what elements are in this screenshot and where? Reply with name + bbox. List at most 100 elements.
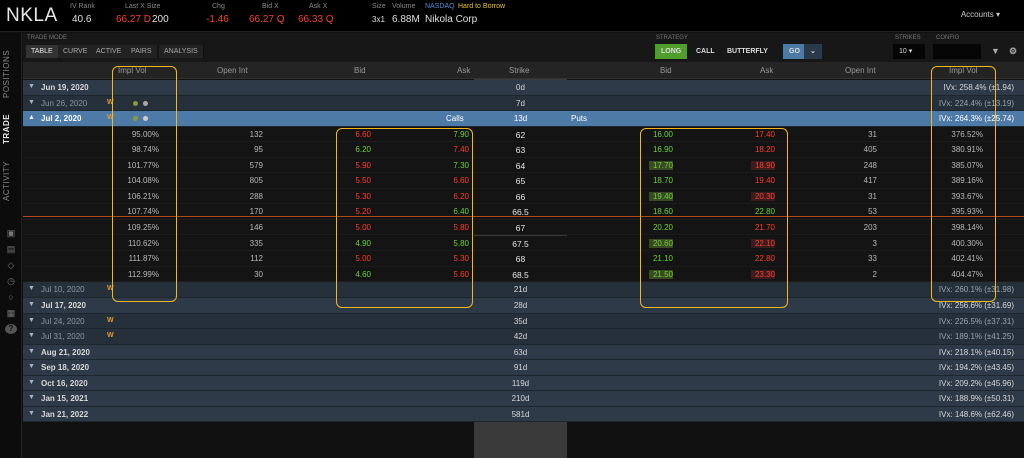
option-row[interactable]: 101.77% 579 5.90 7.30 64 17.70 18.90 248 385.07% <box>23 157 1024 174</box>
expiration-row[interactable]: ▼ Sep 18, 2020 91d IVx: 194.2% (±43.45) <box>23 360 1024 376</box>
strikes-select[interactable]: 10 ▾ <box>893 44 925 59</box>
grid-icon[interactable]: ▦ <box>5 308 17 318</box>
put-bid: 20.60 <box>649 238 673 248</box>
col-bid-calls[interactable]: Bid <box>354 66 366 75</box>
call-open-int: 288 <box>249 191 263 201</box>
help-icon[interactable]: ? <box>5 324 17 334</box>
put-bid: 19.40 <box>649 191 673 201</box>
chevron-down-icon[interactable]: ▼ <box>28 348 35 355</box>
iv-rank-label: IV Rank <box>70 3 95 10</box>
mode-active-button[interactable]: ACTIVE <box>91 45 128 58</box>
accounts-menu[interactable]: Accounts ▾ <box>961 10 1000 19</box>
expiration-row[interactable]: ▼ Jan 15, 2021 210d IVx: 188.9% (±50.31) <box>23 391 1024 407</box>
col-ask-calls[interactable]: Ask <box>457 66 470 75</box>
col-open-int-calls[interactable]: Open Int <box>217 66 248 75</box>
call-ask: 5.60 <box>453 269 469 279</box>
config-select[interactable] <box>933 44 981 59</box>
option-row[interactable]: 110.62% 335 4.90 5.80 67.5 20.60 22.10 3 400.30% <box>23 235 1024 251</box>
call-bid: 5.90 <box>355 160 371 170</box>
ivx-value: IVx: 189.1% (±41.25) <box>938 332 1014 342</box>
put-open-int: 405 <box>863 145 877 155</box>
expiration-row[interactable]: ▼ Oct 16, 2020 119d IVx: 209.2% (±45.96) <box>23 375 1024 392</box>
col-bid-puts[interactable]: Bid <box>660 66 672 75</box>
expiration-row[interactable]: ▼ Jul 31, 2020 W 42d IVx: 189.1% (±41.25) <box>23 329 1024 345</box>
option-row[interactable]: 111.87% 112 5.00 5.30 68 21.10 22.80 33 402.41% <box>23 251 1024 267</box>
clock-icon[interactable]: ◷ <box>5 276 17 286</box>
gear-icon[interactable]: ⚙ <box>1003 44 1023 59</box>
put-impl-vol: 402.41% <box>951 254 983 264</box>
strikes-label: STRIKES <box>895 35 921 41</box>
exchange: NASDAQ <box>425 3 455 10</box>
put-ask: 20.30 <box>751 191 775 201</box>
option-row[interactable]: 112.99% 30 4.60 5.60 68.5 21.50 23.30 2 404.47% <box>23 266 1024 283</box>
put-open-int: 2 <box>872 269 877 279</box>
mode-table-button[interactable]: TABLE <box>26 45 59 58</box>
tab-activity[interactable]: ACTIVITY <box>2 157 20 205</box>
strike-price: 66 <box>515 191 526 202</box>
put-ask: 18.90 <box>751 160 775 170</box>
option-row[interactable]: 106.21% 288 5.30 6.20 66 19.40 20.30 31 393.67% <box>23 188 1024 205</box>
expiration-row-selected[interactable]: ▲ Jul 2, 2020 W Calls 13d Puts IVx: 264.3% (±2… <box>23 111 1024 127</box>
tab-positions[interactable]: POSITIONS <box>2 45 20 103</box>
expiration-date: Jun 26, 2020 <box>41 98 88 108</box>
expiration-row[interactable]: ▼ Aug 21, 2020 63d IVx: 218.1% (±40.15) <box>23 344 1024 361</box>
chart-icon[interactable]: ▤ <box>5 244 17 254</box>
call-bid: 6.20 <box>355 145 371 155</box>
col-impl-vol-puts[interactable]: Impl Vol <box>949 66 977 75</box>
mode-pairs-button[interactable]: PAIRS <box>126 45 158 58</box>
option-row[interactable]: 109.25% 146 5.00 5.80 67 20.20 21.70 203 398.14% <box>23 219 1024 236</box>
chevron-down-icon[interactable]: ▼ <box>28 301 35 308</box>
chevron-down-icon[interactable]: ▼ <box>28 394 35 401</box>
expiration-row[interactable]: ▼ Jun 19, 2020 0d IVx: 258.4% (±1.94) <box>23 80 1024 96</box>
call-impl-vol: 111.87% <box>128 254 159 264</box>
bell-icon[interactable]: ◇ <box>5 260 17 270</box>
option-row[interactable]: 98.74% 95 6.20 7.40 63 16.90 18.20 405 380.91% <box>23 142 1024 158</box>
option-row[interactable]: 107.74% 170 5.20 6.40 66.5 18.60 22.80 53 395.93… <box>23 204 1024 220</box>
ivx-value: IVx: 218.1% (±40.15) <box>938 347 1014 357</box>
chevron-down-icon[interactable]: ▼ <box>28 379 35 386</box>
call-open-int: 146 <box>249 222 263 232</box>
mode-analysis-button[interactable]: ANALYSIS <box>159 45 204 58</box>
days-to-expiry: 119d <box>511 378 530 388</box>
chevron-down-icon[interactable]: ▼ <box>28 83 35 90</box>
chevron-down-icon[interactable]: ▼ <box>28 363 35 370</box>
chevron-down-icon[interactable]: ▼ <box>28 317 35 324</box>
size-value: 3x1 <box>372 15 385 24</box>
chevron-down-icon[interactable]: ▼ <box>28 99 35 106</box>
chevron-down-icon[interactable]: ▼ <box>28 332 35 339</box>
col-strike[interactable]: Strike <box>509 66 529 75</box>
col-impl-vol-calls[interactable]: Impl Vol <box>118 66 146 75</box>
col-ask-puts[interactable]: Ask <box>760 66 773 75</box>
strategy-dropdown[interactable]: ⌄ <box>804 44 822 59</box>
tab-trade[interactable]: TRADE <box>2 109 20 149</box>
call-open-int: 95 <box>254 145 263 155</box>
call-impl-vol: 95.00% <box>131 129 159 139</box>
expiration-row[interactable]: ▼ Jan 21, 2022 581d IVx: 148.6% (±62.46) <box>23 406 1024 423</box>
expiration-row[interactable]: ▼ Jul 17, 2020 28d IVx: 256.6% (±31.69) <box>23 298 1024 314</box>
expiration-date: Jul 24, 2020 <box>41 316 85 326</box>
chevron-up-icon[interactable]: ▲ <box>28 114 35 121</box>
call-ask: 7.30 <box>453 160 469 170</box>
long-button[interactable]: LONG <box>655 44 688 59</box>
calls-label: Calls <box>446 114 464 124</box>
mode-curve-button[interactable]: CURVE <box>58 45 94 58</box>
col-open-int-puts[interactable]: Open Int <box>845 66 876 75</box>
chevron-down-icon[interactable]: ▼ <box>28 410 35 417</box>
call-ask: 5.30 <box>453 254 469 264</box>
call-ask: 7.40 <box>453 145 469 155</box>
go-button[interactable]: GO <box>783 44 806 59</box>
ivx-value: IVx: 256.6% (±31.69) <box>938 301 1014 310</box>
put-impl-vol: 376.52% <box>951 129 983 139</box>
butterfly-button[interactable]: BUTTERFLY <box>721 44 774 59</box>
option-row[interactable]: 104.08% 805 5.50 6.60 65 18.70 19.40 417 389.16% <box>23 173 1024 189</box>
chevron-down-icon[interactable]: ▼ <box>28 285 35 292</box>
expiration-row[interactable]: ▼ Jul 10, 2020 W 21d IVx: 260.1% (±31.98) <box>23 282 1024 298</box>
chg-value: -1.46 <box>206 14 229 25</box>
monitor-icon[interactable]: ▣ <box>5 228 17 238</box>
symbol[interactable]: NKLA <box>6 5 58 27</box>
expiration-row[interactable]: ▼ Jul 24, 2020 W 35d IVx: 226.5% (±37.31) <box>23 313 1024 330</box>
expiration-row[interactable]: ▼ Jun 26, 2020 W 7d IVx: 224.4% (±13.19) <box>23 95 1024 112</box>
option-row[interactable]: 95.00% 132 6.60 7.90 62 16.00 17.40 31 376.52% <box>23 126 1024 143</box>
call-button[interactable]: CALL <box>690 44 721 59</box>
chat-icon[interactable]: ○ <box>5 292 17 302</box>
